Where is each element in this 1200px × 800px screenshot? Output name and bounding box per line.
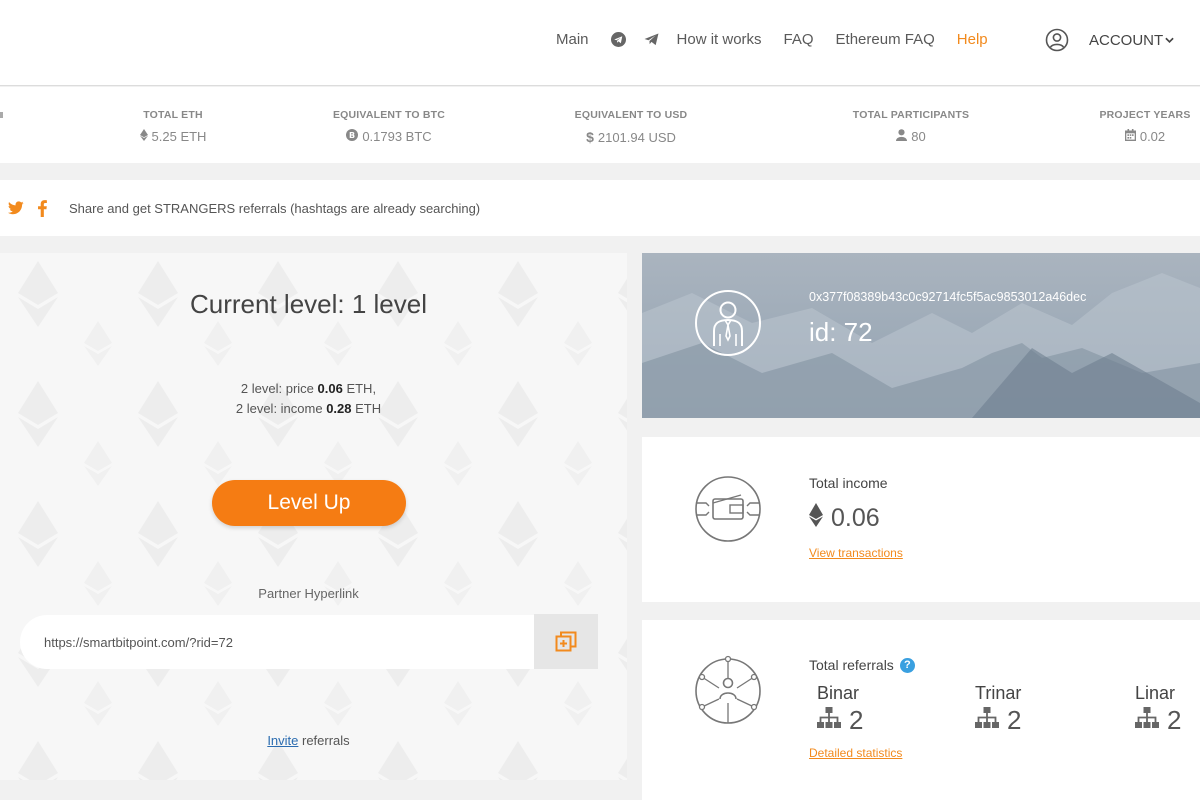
bitcoin-icon: B [346, 129, 359, 144]
wallet-circuit-icon [695, 476, 761, 542]
nav-faq[interactable]: FAQ [784, 31, 814, 48]
referral-count-row: 2 [817, 705, 863, 736]
referral-count: 2 [1007, 705, 1022, 735]
twitter-icon[interactable] [8, 201, 24, 215]
share-text: Share and get STRANGERS referrals (hasht… [69, 200, 481, 216]
account-label: ACCOUNT [1089, 31, 1164, 49]
stat-project-years: PROJECT YEARS 0.02 [1090, 109, 1200, 144]
level-panel: Current level: 1 level 2 level: price 0.… [0, 253, 627, 780]
facebook-icon[interactable] [38, 199, 47, 217]
stat-value: 80 [911, 129, 926, 144]
total-income-card: Total income 0.06 View transactions [642, 437, 1200, 602]
copy-icon [555, 631, 577, 651]
referral-type-label: Binar [817, 683, 860, 703]
stat-value-row: 0.02 [1090, 129, 1200, 144]
referral-linar: Linar 2 [1135, 683, 1181, 736]
ethereum-icon [139, 129, 148, 144]
account-menu[interactable]: ACCOUNT [1045, 28, 1174, 52]
telegram-plane-icon[interactable] [644, 33, 659, 46]
dollar-icon: $ [586, 129, 594, 145]
invite-link[interactable]: Invite [267, 733, 298, 748]
price-prefix: 2 level: price [240, 381, 318, 396]
sitemap-icon [817, 705, 841, 736]
level-content: Current level: 1 level 2 level: price 0.… [0, 253, 627, 780]
stat-label: PROJECT YEARS [1099, 109, 1191, 121]
total-referrals-title-row: Total referrals ? [809, 657, 915, 673]
stat-value-row: $ 2101.94 USD [566, 129, 696, 145]
user-icon [896, 129, 908, 144]
referral-count: 2 [849, 705, 864, 735]
businessman-icon [713, 301, 743, 346]
copy-link-button[interactable] [534, 614, 598, 669]
wallet-address: 0x377f08389b43c0c92714fc5f5ac9853012a46d… [809, 290, 1087, 304]
top-header: Main How it works FAQ Ethereum FAQ Help … [0, 0, 1200, 86]
referral-type-label: Linar [1135, 683, 1176, 703]
referral-binar: Binar 2 [817, 683, 863, 736]
referral-trinar: Trinar 2 [975, 683, 1021, 736]
total-referrals-card: Total referrals ? Binar 2 Trinar 2 Linar… [642, 620, 1200, 800]
stat-total-eth: TOTAL ETH 5.25 ETH [118, 109, 228, 144]
invite-referrals-text: Invite referrals [0, 733, 617, 748]
sitemap-icon [975, 705, 999, 736]
partner-link-field[interactable]: https://smartbitpoint.com/?rid=72 [20, 615, 534, 669]
referral-count-row: 2 [975, 705, 1021, 736]
share-bar: Share and get STRANGERS referrals (hasht… [0, 180, 1200, 236]
sitemap-icon [1135, 705, 1159, 736]
main-nav: Main How it works FAQ Ethereum FAQ Help [556, 31, 1010, 48]
help-question-icon[interactable]: ? [899, 657, 915, 673]
stat-value: 5.25 ETH [151, 129, 207, 144]
total-income-title: Total income [809, 475, 888, 491]
stat-value: 0.1793 BTC [362, 129, 432, 144]
nav-ethereum-faq[interactable]: Ethereum FAQ [836, 31, 935, 48]
stat-value-row: 5.25 ETH [118, 129, 228, 144]
detailed-statistics-link[interactable]: Detailed statistics [809, 746, 902, 760]
income-prefix: 2 level: income [235, 401, 327, 416]
current-level-heading: Current level: 1 level [190, 289, 427, 319]
nav-help[interactable]: Help [957, 31, 988, 48]
next-level-income-line: 2 level: income 0.28 ETH [0, 399, 617, 419]
stat-usd: EQUIVALENT TO USD $ 2101.94 USD [566, 109, 696, 145]
total-referrals-title: Total referrals [809, 657, 894, 673]
price-value: 0.06 [317, 381, 343, 396]
next-level-info: 2 level: price 0.06 ETH, 2 level: income… [0, 379, 617, 419]
nav-how-it-works[interactable]: How it works [677, 31, 762, 48]
stat-value: 0.02 [1139, 129, 1166, 144]
income-suffix: ETH [351, 401, 382, 416]
user-id: id: 72 [809, 317, 873, 347]
total-income-amount-row: 0.06 [809, 503, 880, 534]
stat-label: EQUIVALENT TO BTC [332, 109, 446, 121]
referral-count: 2 [1167, 705, 1182, 735]
stat-label: TOTAL PARTICIPANTS [852, 109, 970, 121]
chevron-down-icon [1165, 37, 1174, 44]
stats-edge-marker [0, 112, 3, 118]
view-transactions-link[interactable]: View transactions [809, 546, 903, 560]
svg-text:B: B [349, 131, 355, 140]
stat-label: TOTAL ETH [143, 109, 203, 121]
stats-bar: TOTAL ETH 5.25 ETH EQUIVALENT TO BTC B 0… [0, 87, 1200, 163]
partner-hyperlink-label: Partner Hyperlink [258, 586, 359, 601]
stat-label: EQUIVALENT TO USD [574, 109, 688, 121]
telegram-circle-icon[interactable] [610, 32, 626, 47]
referral-network-icon [695, 655, 761, 724]
stat-value-row: B 0.1793 BTC [324, 129, 454, 144]
ethereum-icon [809, 503, 823, 534]
stat-value: 2101.94 USD [597, 129, 676, 145]
stat-participants: TOTAL PARTICIPANTS 80 [846, 109, 976, 144]
level-up-button[interactable]: Level Up [212, 480, 406, 526]
user-circle-icon [1045, 28, 1069, 52]
stat-value-row: 80 [846, 129, 976, 144]
nav-main[interactable]: Main [556, 31, 589, 48]
invite-rest: referrals [298, 733, 350, 748]
income-value: 0.28 [326, 401, 352, 416]
profile-card: 0x377f08389b43c0c92714fc5f5ac9853012a46d… [642, 253, 1200, 418]
total-income-amount: 0.06 [831, 504, 880, 532]
referral-count-row: 2 [1135, 705, 1181, 736]
avatar [695, 290, 761, 356]
referral-type-label: Trinar [975, 683, 1022, 703]
next-level-price-line: 2 level: price 0.06 ETH, [0, 379, 617, 399]
calendar-icon [1124, 129, 1136, 144]
stat-btc: EQUIVALENT TO BTC B 0.1793 BTC [324, 109, 454, 144]
price-suffix: ETH, [342, 381, 377, 396]
